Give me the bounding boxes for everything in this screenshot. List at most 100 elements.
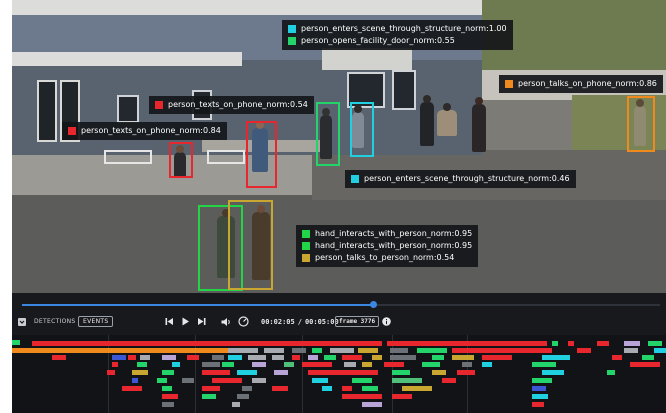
timeline-event-segment[interactable] (532, 362, 556, 367)
bbox-person-talks-to-person[interactable] (228, 200, 273, 290)
timeline-event-segment[interactable] (187, 355, 199, 360)
playback-speed-button[interactable] (238, 308, 249, 335)
timeline-event-segment[interactable] (202, 370, 230, 375)
timeline-event-segment[interactable] (157, 378, 167, 383)
timeline-event-segment[interactable] (390, 348, 408, 353)
timeline-event-segment[interactable] (344, 362, 356, 367)
timeline-event-segment[interactable] (137, 362, 147, 367)
timeline-event-segment[interactable] (162, 394, 178, 399)
timeline-event-segment[interactable] (292, 355, 300, 360)
timeline-event-segment[interactable] (202, 386, 220, 391)
timeline-event-segment[interactable] (252, 378, 266, 383)
timeline-event-segment[interactable] (108, 348, 228, 353)
scrubber-handle[interactable] (369, 301, 377, 308)
timeline-event-segment[interactable] (222, 362, 234, 367)
timeline-event-segment[interactable] (452, 348, 552, 353)
timeline-event-segment[interactable] (342, 394, 382, 399)
timeline-event-segment[interactable] (432, 355, 444, 360)
timeline-event-segment[interactable] (452, 355, 474, 360)
timeline-event-segment[interactable] (532, 378, 552, 383)
timeline-event-segment[interactable] (12, 340, 20, 345)
timeline-event-segment[interactable] (202, 394, 216, 399)
timeline-event-segment[interactable] (32, 341, 202, 346)
timeline-event-segment[interactable] (384, 362, 404, 367)
bbox-person-enters-scene[interactable] (350, 102, 374, 157)
event-timeline[interactable] (12, 335, 666, 413)
timeline-event-segment[interactable] (202, 341, 382, 346)
timeline-event-segment[interactable] (292, 348, 306, 353)
timeline-event-segment[interactable] (112, 362, 118, 367)
timeline-event-segment[interactable] (322, 386, 332, 391)
playback-scrubber[interactable] (12, 293, 666, 308)
timeline-event-segment[interactable] (362, 402, 382, 407)
timeline-toggle-checkbox[interactable] (18, 308, 26, 335)
timeline-event-segment[interactable] (577, 348, 591, 353)
timeline-event-segment[interactable] (107, 370, 115, 375)
timeline-event-segment[interactable] (387, 341, 547, 346)
timeline-event-segment[interactable] (264, 348, 284, 353)
timeline-event-segment[interactable] (462, 362, 472, 367)
timeline-event-segment[interactable] (140, 355, 150, 360)
timeline-event-segment[interactable] (172, 362, 180, 367)
timeline-event-segment[interactable] (308, 370, 378, 375)
timeline-event-segment[interactable] (274, 370, 288, 375)
timeline-event-segment[interactable] (422, 362, 440, 367)
skip-back-button[interactable] (165, 308, 174, 335)
bbox-person-texts-on-phone[interactable] (169, 142, 193, 178)
timeline-event-segment[interactable] (392, 370, 410, 375)
timeline-event-segment[interactable] (568, 341, 574, 346)
timeline-event-segment[interactable] (212, 378, 242, 383)
timeline-event-segment[interactable] (12, 348, 108, 353)
timeline-event-segment[interactable] (132, 378, 138, 383)
timeline-event-segment[interactable] (272, 355, 284, 360)
timeline-event-segment[interactable] (442, 378, 456, 383)
skip-forward-button[interactable] (197, 308, 206, 335)
timeline-event-segment[interactable] (392, 394, 412, 399)
timeline-event-segment[interactable] (482, 355, 512, 360)
timeline-event-segment[interactable] (654, 348, 666, 353)
timeline-event-segment[interactable] (237, 370, 257, 375)
timeline-event-segment[interactable] (630, 362, 660, 367)
timeline-event-segment[interactable] (362, 362, 372, 367)
timeline-event-segment[interactable] (242, 386, 252, 391)
timeline-event-segment[interactable] (308, 355, 318, 360)
timeline-event-segment[interactable] (642, 355, 654, 360)
timeline-event-segment[interactable] (312, 348, 322, 353)
tab-events[interactable]: EVENTS (78, 308, 114, 335)
bbox-person-texts-on-phone[interactable] (246, 121, 277, 188)
timeline-event-segment[interactable] (532, 386, 546, 391)
timeline-event-segment[interactable] (212, 355, 224, 360)
video-frame[interactable]: person_texts_on_phone_norm:0.84 person_t… (12, 0, 666, 293)
timeline-event-segment[interactable] (128, 355, 136, 360)
timeline-event-segment[interactable] (612, 355, 622, 360)
timeline-event-segment[interactable] (162, 355, 176, 360)
timeline-event-segment[interactable] (552, 341, 558, 346)
timeline-event-segment[interactable] (324, 355, 336, 360)
timeline-event-segment[interactable] (232, 402, 240, 407)
timeline-event-segment[interactable] (358, 348, 378, 353)
timeline-event-segment[interactable] (542, 370, 564, 375)
timeline-event-segment[interactable] (228, 355, 242, 360)
timeline-event-segment[interactable] (362, 386, 378, 391)
timeline-event-segment[interactable] (392, 378, 422, 383)
timeline-event-segment[interactable] (330, 348, 354, 353)
frame-counter[interactable]: frame 3776 (335, 308, 380, 335)
timeline-event-segment[interactable] (132, 370, 148, 375)
timeline-event-segment[interactable] (182, 378, 194, 383)
scrubber-track[interactable] (22, 301, 660, 308)
timeline-event-segment[interactable] (122, 386, 142, 391)
timeline-event-segment[interactable] (457, 370, 475, 375)
timeline-event-segment[interactable] (624, 348, 638, 353)
timeline-event-segment[interactable] (228, 348, 258, 353)
timeline-event-segment[interactable] (52, 355, 66, 360)
timeline-event-segment[interactable] (284, 362, 294, 367)
timeline-event-segment[interactable] (272, 386, 288, 391)
timeline-event-segment[interactable] (352, 378, 372, 383)
timeline-event-segment[interactable] (248, 355, 266, 360)
info-button[interactable] (382, 308, 391, 335)
volume-button[interactable] (221, 308, 232, 335)
timeline-event-segment[interactable] (417, 348, 447, 353)
timeline-event-segment[interactable] (302, 362, 332, 367)
timeline-event-segment[interactable] (648, 341, 662, 346)
timeline-event-segment[interactable] (202, 362, 220, 367)
